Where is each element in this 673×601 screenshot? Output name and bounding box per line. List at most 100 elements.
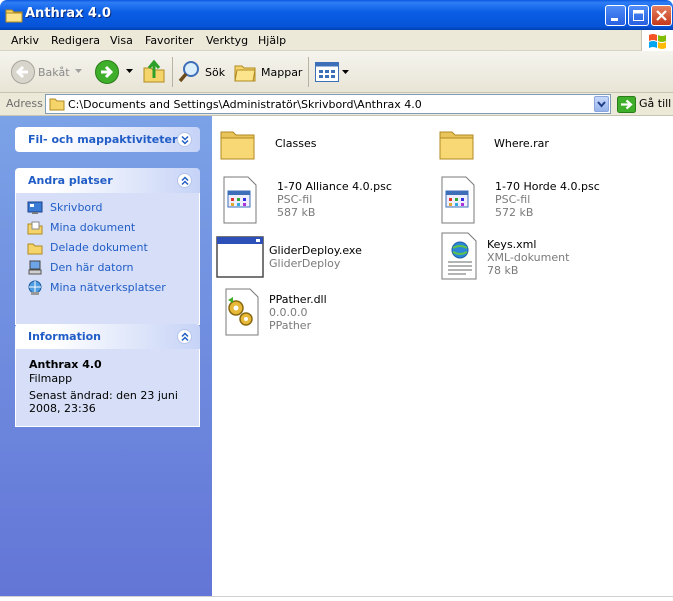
link-delade-dokument[interactable]: Delade dokument bbox=[16, 238, 199, 258]
menu-redigera[interactable]: Redigera bbox=[51, 34, 100, 47]
file-item-where-rar[interactable]: Where.rar bbox=[437, 124, 655, 174]
address-dropdown-button[interactable] bbox=[594, 96, 609, 112]
menu-favoriter[interactable]: Favoriter bbox=[145, 34, 193, 47]
other-places-panel: Andra platser Skrivbord Mina dokument De… bbox=[15, 168, 200, 325]
folder-icon bbox=[49, 98, 65, 111]
details-header[interactable]: Information bbox=[15, 324, 200, 349]
details-modified: Senast ändrad: den 23 juni 2008, 23:36 bbox=[29, 389, 178, 415]
network-places-icon bbox=[28, 280, 42, 295]
address-bar: Adress C:\Documents and Settings\Adminis… bbox=[0, 93, 673, 116]
desktop-icon bbox=[27, 201, 43, 214]
folder-icon bbox=[220, 131, 255, 160]
file-name: 1-70 Alliance 4.0.psc bbox=[277, 180, 392, 193]
collapse-button[interactable] bbox=[177, 173, 192, 188]
minimize-button[interactable] bbox=[605, 5, 626, 26]
file-name: 1-70 Horde 4.0.psc bbox=[495, 180, 600, 193]
maximize-button[interactable] bbox=[628, 5, 649, 26]
address-input[interactable]: C:\Documents and Settings\Administratör\… bbox=[45, 94, 611, 114]
windows-logo bbox=[641, 30, 673, 51]
back-arrow-icon[interactable] bbox=[10, 59, 36, 85]
xml-document-icon bbox=[441, 232, 477, 280]
file-size: 587 kB bbox=[277, 206, 316, 219]
file-item-gliderdeploy-exe[interactable]: GliderDeploy.exe GliderDeploy bbox=[216, 234, 434, 284]
back-label[interactable]: Bakåt bbox=[38, 66, 70, 79]
status-strip bbox=[0, 596, 673, 601]
collapse-button[interactable] bbox=[177, 329, 192, 344]
views-dropdown-icon[interactable] bbox=[342, 70, 349, 75]
link-label[interactable]: Skrivbord bbox=[50, 201, 102, 214]
go-arrow-icon[interactable] bbox=[617, 96, 636, 113]
minimize-icon bbox=[611, 18, 618, 21]
file-type: PSC-fil bbox=[277, 193, 313, 206]
file-name: GliderDeploy.exe bbox=[269, 244, 362, 257]
menu-arkiv[interactable]: Arkiv bbox=[11, 34, 39, 47]
file-size: 572 kB bbox=[495, 206, 534, 219]
maximize-icon bbox=[633, 10, 644, 21]
chevron-double-down-icon bbox=[181, 135, 189, 145]
file-name: PPather.dll bbox=[269, 293, 327, 306]
file-type: XML-dokument bbox=[487, 251, 570, 264]
close-button[interactable] bbox=[651, 5, 672, 26]
menu-hjalp[interactable]: Hjälp bbox=[258, 34, 286, 47]
chevron-double-up-icon bbox=[181, 176, 189, 186]
menu-visa[interactable]: Visa bbox=[110, 34, 133, 47]
close-icon bbox=[656, 10, 667, 21]
folders-label[interactable]: Mappar bbox=[261, 66, 302, 79]
my-documents-icon bbox=[27, 221, 43, 235]
folders-icon[interactable] bbox=[234, 60, 258, 84]
views-icon[interactable] bbox=[315, 62, 339, 82]
folder-icon bbox=[5, 9, 23, 23]
file-item-ppather-dll[interactable]: PPather.dll 0.0.0.0 PPather bbox=[222, 288, 440, 338]
go-label[interactable]: Gå till bbox=[639, 97, 671, 110]
application-window-icon bbox=[216, 236, 264, 278]
other-places-title: Andra platser bbox=[28, 174, 113, 187]
details-panel: Information Anthrax 4.0 Filmapp Senast ä… bbox=[15, 324, 200, 427]
my-computer-icon bbox=[28, 260, 42, 275]
up-folder-icon[interactable] bbox=[142, 58, 166, 84]
other-places-header[interactable]: Andra platser bbox=[15, 168, 200, 193]
folder-icon bbox=[439, 131, 474, 160]
link-label[interactable]: Mina dokument bbox=[50, 221, 135, 234]
file-item-keys-xml[interactable]: Keys.xml XML-dokument 78 kB bbox=[440, 232, 658, 282]
link-mina-natverksplatser[interactable]: Mina nätverksplatser bbox=[16, 278, 199, 298]
link-label[interactable]: Den här datorn bbox=[50, 261, 134, 274]
file-item-horde-psc[interactable]: 1-70 Horde 4.0.psc PSC-fil 572 kB bbox=[438, 176, 656, 226]
window-title: Anthrax 4.0 bbox=[25, 6, 111, 21]
shared-folder-icon bbox=[27, 243, 43, 255]
search-label[interactable]: Sök bbox=[205, 66, 225, 79]
file-tasks-header[interactable]: Fil- och mappaktiviteter bbox=[15, 127, 200, 152]
search-icon[interactable] bbox=[177, 59, 201, 85]
toolbar: Bakåt Sök Mappar bbox=[0, 51, 673, 93]
file-name: Where.rar bbox=[494, 137, 549, 150]
back-dropdown-icon[interactable] bbox=[75, 69, 82, 74]
chevron-double-up-icon bbox=[181, 332, 189, 342]
address-path: C:\Documents and Settings\Administratör\… bbox=[68, 98, 422, 111]
file-size: 78 kB bbox=[487, 264, 519, 277]
file-version: 0.0.0.0 bbox=[269, 306, 308, 319]
dll-gear-icon bbox=[225, 288, 259, 336]
details-body: Anthrax 4.0 Filmapp Senast ändrad: den 2… bbox=[15, 349, 200, 427]
file-name: Keys.xml bbox=[487, 238, 537, 251]
link-den-har-datorn[interactable]: Den här datorn bbox=[16, 258, 199, 278]
file-type: PSC-fil bbox=[495, 193, 531, 206]
details-type: Filmapp bbox=[29, 372, 73, 385]
forward-dropdown-icon[interactable] bbox=[126, 69, 133, 74]
other-places-body: Skrivbord Mina dokument Delade dokument … bbox=[15, 193, 200, 325]
menu-bar: Arkiv Redigera Visa Favoriter Verktyg Hj… bbox=[0, 30, 673, 51]
title-bar[interactable]: Anthrax 4.0 bbox=[0, 0, 673, 30]
forward-arrow-icon[interactable] bbox=[94, 59, 120, 85]
link-skrivbord[interactable]: Skrivbord bbox=[16, 198, 199, 218]
expand-button[interactable] bbox=[177, 132, 192, 147]
address-label: Adress bbox=[6, 97, 43, 110]
file-item-alliance-psc[interactable]: 1-70 Alliance 4.0.psc PSC-fil 587 kB bbox=[220, 176, 438, 226]
file-name: Classes bbox=[275, 137, 317, 150]
link-label[interactable]: Delade dokument bbox=[50, 241, 148, 254]
chevron-down-icon bbox=[597, 101, 606, 108]
file-tasks-title: Fil- och mappaktiviteter bbox=[28, 133, 178, 146]
file-item-classes[interactable]: Classes bbox=[218, 124, 436, 174]
link-label[interactable]: Mina nätverksplatser bbox=[50, 281, 166, 294]
menu-verktyg[interactable]: Verktyg bbox=[206, 34, 248, 47]
file-list: Classes Where.rar 1-70 Alliance 4.0.psc … bbox=[212, 116, 673, 596]
generic-file-icon bbox=[441, 176, 475, 224]
link-mina-dokument[interactable]: Mina dokument bbox=[16, 218, 199, 238]
